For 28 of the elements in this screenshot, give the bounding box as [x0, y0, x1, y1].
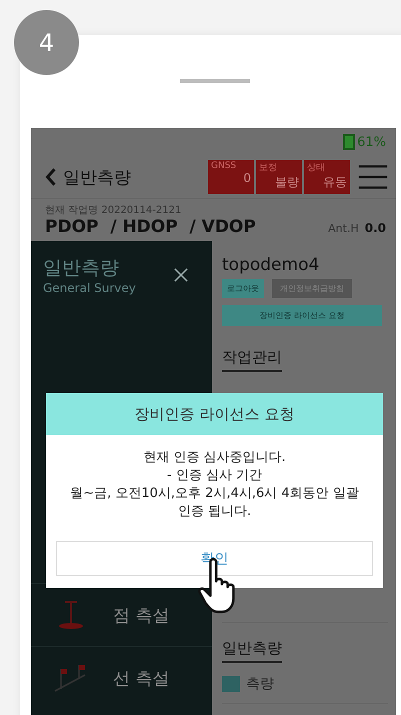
drag-handle[interactable] — [180, 79, 250, 83]
job-name: 현재 작업명 20220114-2121 — [44, 204, 182, 217]
step-badge: 4 — [14, 10, 79, 75]
drawer-subtitle: General Survey — [43, 281, 136, 295]
status-indicator: GNSS 0 — [208, 160, 254, 194]
close-icon[interactable] — [174, 268, 188, 282]
status-indicator: 상태 유동 — [304, 160, 350, 194]
user-name: topodemo4 — [222, 255, 320, 275]
status-indicator: 보정 불량 — [256, 160, 302, 194]
battery-level: 61% — [357, 134, 386, 150]
screen-title: 일반측량 — [63, 166, 131, 188]
license-button[interactable]: 장비인증 라이선스 요청 — [222, 305, 382, 326]
dialog-message: 현재 인증 심사중입니다. - 인증 심사 기간 월~금, 오전10시,오후 2시,4시,6시 4회동안 일괄 인증 됩니다. — [69, 449, 360, 521]
antenna-label: Ant.H — [328, 222, 359, 235]
drawer-item[interactable]: 점 측설 — [113, 604, 170, 626]
battery-icon — [343, 134, 356, 150]
drawer-title: 일반측량 — [43, 256, 120, 281]
dop-label: PDOP / HDOP / VDOP — [45, 217, 256, 237]
map-icon — [222, 676, 240, 692]
menu-icon[interactable] — [358, 163, 388, 191]
section-title: 작업관리 — [222, 348, 282, 372]
drawer-item[interactable]: 선 측설 — [113, 666, 170, 690]
logout-button[interactable]: 로그아웃 — [222, 279, 264, 298]
section-title: 일반측량 — [222, 639, 282, 663]
antenna-value: 0.0 — [364, 221, 386, 235]
back-icon[interactable] — [45, 167, 57, 187]
dialog-title: 장비인증 라이선스 요청 — [46, 393, 383, 435]
menu-item[interactable]: 측량 — [246, 675, 274, 693]
